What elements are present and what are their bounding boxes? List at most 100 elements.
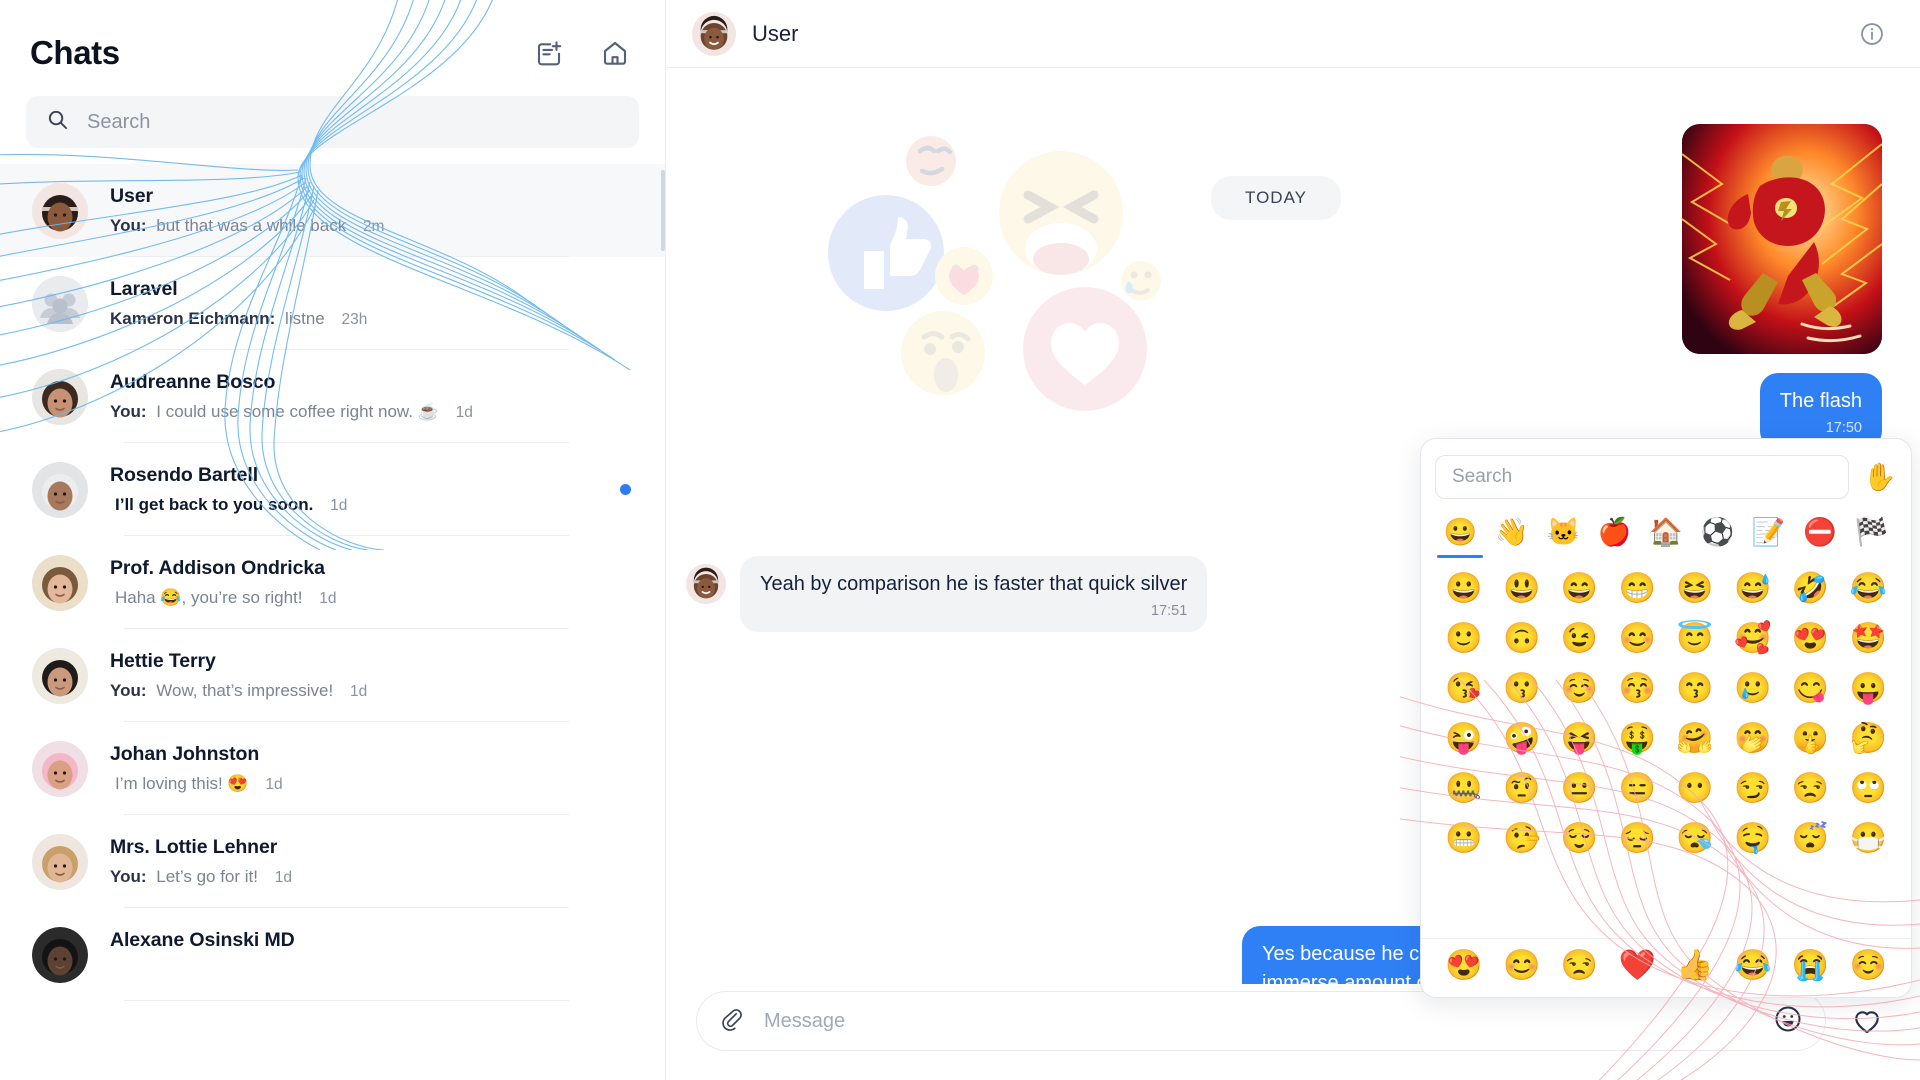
emoji-search-box[interactable] xyxy=(1435,455,1850,499)
search-icon xyxy=(46,108,69,136)
emoji-cell[interactable]: 🥰 xyxy=(1724,614,1782,664)
emoji-category-objects[interactable]: 📝 xyxy=(1743,513,1794,558)
chat-item-sender: You: xyxy=(110,215,147,235)
emoji-cell[interactable]: 😃 xyxy=(1493,564,1551,614)
avatar xyxy=(32,182,88,239)
emoji-cell[interactable]: 😍 xyxy=(1435,941,1493,991)
emoji-cell[interactable]: 👍 xyxy=(1666,941,1724,991)
emoji-category-travel-places[interactable]: 🏠 xyxy=(1640,513,1691,558)
emoji-cell[interactable]: 😚 xyxy=(1608,664,1666,714)
emoji-cell[interactable]: 🥲 xyxy=(1724,664,1782,714)
chat-list-item[interactable]: Audreanne Bosco You: I could use some co… xyxy=(0,350,665,443)
emoji-cell[interactable]: 🤔 xyxy=(1839,714,1897,764)
emoji-cell[interactable]: 🤨 xyxy=(1493,764,1551,814)
emoji-cell[interactable]: 😍 xyxy=(1782,614,1840,664)
chat-list-item[interactable]: Prof. Addison Ondricka Haha 😂, you’re so… xyxy=(0,536,665,629)
chat-list-item[interactable]: Mrs. Lottie Lehner You: Let’s go for it!… xyxy=(0,815,665,908)
chat-list-item[interactable]: Johan Johnston I’m loving this! 😍 1d xyxy=(0,722,665,815)
emoji-category-activities[interactable]: ⚽ xyxy=(1692,513,1743,558)
emoji-cell[interactable]: 😙 xyxy=(1666,664,1724,714)
search-input[interactable] xyxy=(87,110,619,134)
emoji-cell[interactable]: 😊 xyxy=(1608,614,1666,664)
composer-box[interactable] xyxy=(696,991,1826,1051)
emoji-cell[interactable]: 😋 xyxy=(1782,664,1840,714)
emoji-category-symbols[interactable]: ⛔ xyxy=(1794,513,1845,558)
emoji-cell[interactable]: 😘 xyxy=(1435,664,1493,714)
emoji-cell[interactable]: 🤫 xyxy=(1782,714,1840,764)
emoji-category-smileys[interactable]: 😀 xyxy=(1435,513,1486,558)
chat-item-main: Laravel Kameron Eichmann: listne 23h xyxy=(110,275,639,333)
emoji-category-people[interactable]: 👋 xyxy=(1486,513,1537,558)
emoji-cell[interactable]: 😊 xyxy=(1493,941,1551,991)
emoji-cell[interactable]: 🤑 xyxy=(1608,714,1666,764)
chat-item-name: Audreanne Bosco xyxy=(110,370,276,393)
emoji-cell[interactable]: 😭 xyxy=(1782,941,1840,991)
message-bubble-in[interactable]: Yeah by comparison he is faster that qui… xyxy=(740,556,1208,633)
avatar xyxy=(692,11,736,56)
skin-tone-icon[interactable]: ✋ xyxy=(1863,463,1897,491)
search-box[interactable] xyxy=(26,96,639,148)
emoji-cell[interactable]: 😌 xyxy=(1551,814,1609,864)
home-icon[interactable] xyxy=(595,33,635,73)
avatar xyxy=(32,740,88,797)
emoji-cell[interactable]: 😜 xyxy=(1435,714,1493,764)
smiley-icon[interactable] xyxy=(1773,1004,1803,1039)
chat-list-item[interactable]: User You: but that was a while back 2m xyxy=(0,164,665,257)
emoji-cell[interactable]: 😐 xyxy=(1551,764,1609,814)
message-input[interactable] xyxy=(764,1009,1753,1033)
emoji-cell[interactable]: 😬 xyxy=(1435,814,1493,864)
emoji-cell[interactable]: 🤣 xyxy=(1782,564,1840,614)
chat-item-sender: You: xyxy=(110,866,147,886)
emoji-cell[interactable]: 😪 xyxy=(1666,814,1724,864)
emoji-cell[interactable]: 😉 xyxy=(1551,614,1609,664)
heart-icon[interactable] xyxy=(1844,998,1890,1044)
emoji-category-animals-nature[interactable]: 🐱 xyxy=(1538,513,1589,558)
paperclip-icon[interactable] xyxy=(719,1006,744,1036)
emoji-category-food-drink[interactable]: 🍎 xyxy=(1589,513,1640,558)
chat-item-sender: You: xyxy=(110,680,147,700)
emoji-cell[interactable]: 🤪 xyxy=(1493,714,1551,764)
emoji-cell[interactable]: 😑 xyxy=(1608,764,1666,814)
chat-list-item[interactable]: Hettie Terry You: Wow, that’s impressive… xyxy=(0,629,665,722)
emoji-cell[interactable]: 😝 xyxy=(1551,714,1609,764)
chat-list-item[interactable]: Alexane Osinski MD xyxy=(0,908,665,1001)
emoji-cell[interactable]: 😏 xyxy=(1724,764,1782,814)
emoji-cell[interactable]: 😶 xyxy=(1666,764,1724,814)
emoji-cell[interactable]: 🙄 xyxy=(1839,764,1897,814)
emoji-cell[interactable]: 😒 xyxy=(1551,941,1609,991)
emoji-cell[interactable]: 😷 xyxy=(1839,814,1897,864)
emoji-cell[interactable]: 😄 xyxy=(1551,564,1609,614)
emoji-cell[interactable]: 😆 xyxy=(1666,564,1724,614)
image-message[interactable] xyxy=(1682,124,1882,354)
emoji-cell[interactable]: ❤️ xyxy=(1608,941,1666,991)
emoji-cell[interactable]: 🤗 xyxy=(1666,714,1724,764)
emoji-cell[interactable]: 🤭 xyxy=(1724,714,1782,764)
emoji-cell[interactable]: 😀 xyxy=(1435,564,1493,614)
emoji-category-flags[interactable]: 🏁 xyxy=(1846,513,1897,558)
emoji-cell[interactable]: 🤐 xyxy=(1435,764,1493,814)
emoji-cell[interactable]: ☺️ xyxy=(1551,664,1609,714)
emoji-cell[interactable]: 🙃 xyxy=(1493,614,1551,664)
sidebar-search-wrap xyxy=(0,86,665,156)
emoji-cell[interactable]: 😛 xyxy=(1839,664,1897,714)
message-text: Yeah by comparison he is faster that qui… xyxy=(760,573,1188,595)
chat-list-item[interactable]: Laravel Kameron Eichmann: listne 23h xyxy=(0,257,665,350)
compose-icon[interactable] xyxy=(529,33,569,73)
emoji-search-input[interactable] xyxy=(1452,466,1833,488)
emoji-cell[interactable]: 😇 xyxy=(1666,614,1724,664)
emoji-cell[interactable]: 😗 xyxy=(1493,664,1551,714)
chat-list-item[interactable]: Rosendo Bartell I’ll get back to you soo… xyxy=(0,443,665,536)
emoji-cell[interactable]: 😅 xyxy=(1724,564,1782,614)
emoji-cell[interactable]: ☺️ xyxy=(1839,941,1897,991)
emoji-cell[interactable]: 😂 xyxy=(1724,941,1782,991)
info-icon[interactable] xyxy=(1852,14,1892,54)
emoji-cell[interactable]: 🤩 xyxy=(1839,614,1897,664)
emoji-cell[interactable]: 😔 xyxy=(1608,814,1666,864)
emoji-cell[interactable]: 🤥 xyxy=(1493,814,1551,864)
emoji-cell[interactable]: 🤤 xyxy=(1724,814,1782,864)
emoji-cell[interactable]: 🙂 xyxy=(1435,614,1493,664)
emoji-cell[interactable]: 😂 xyxy=(1839,564,1897,614)
emoji-cell[interactable]: 😒 xyxy=(1782,764,1840,814)
emoji-cell[interactable]: 😴 xyxy=(1782,814,1840,864)
emoji-cell[interactable]: 😁 xyxy=(1608,564,1666,614)
